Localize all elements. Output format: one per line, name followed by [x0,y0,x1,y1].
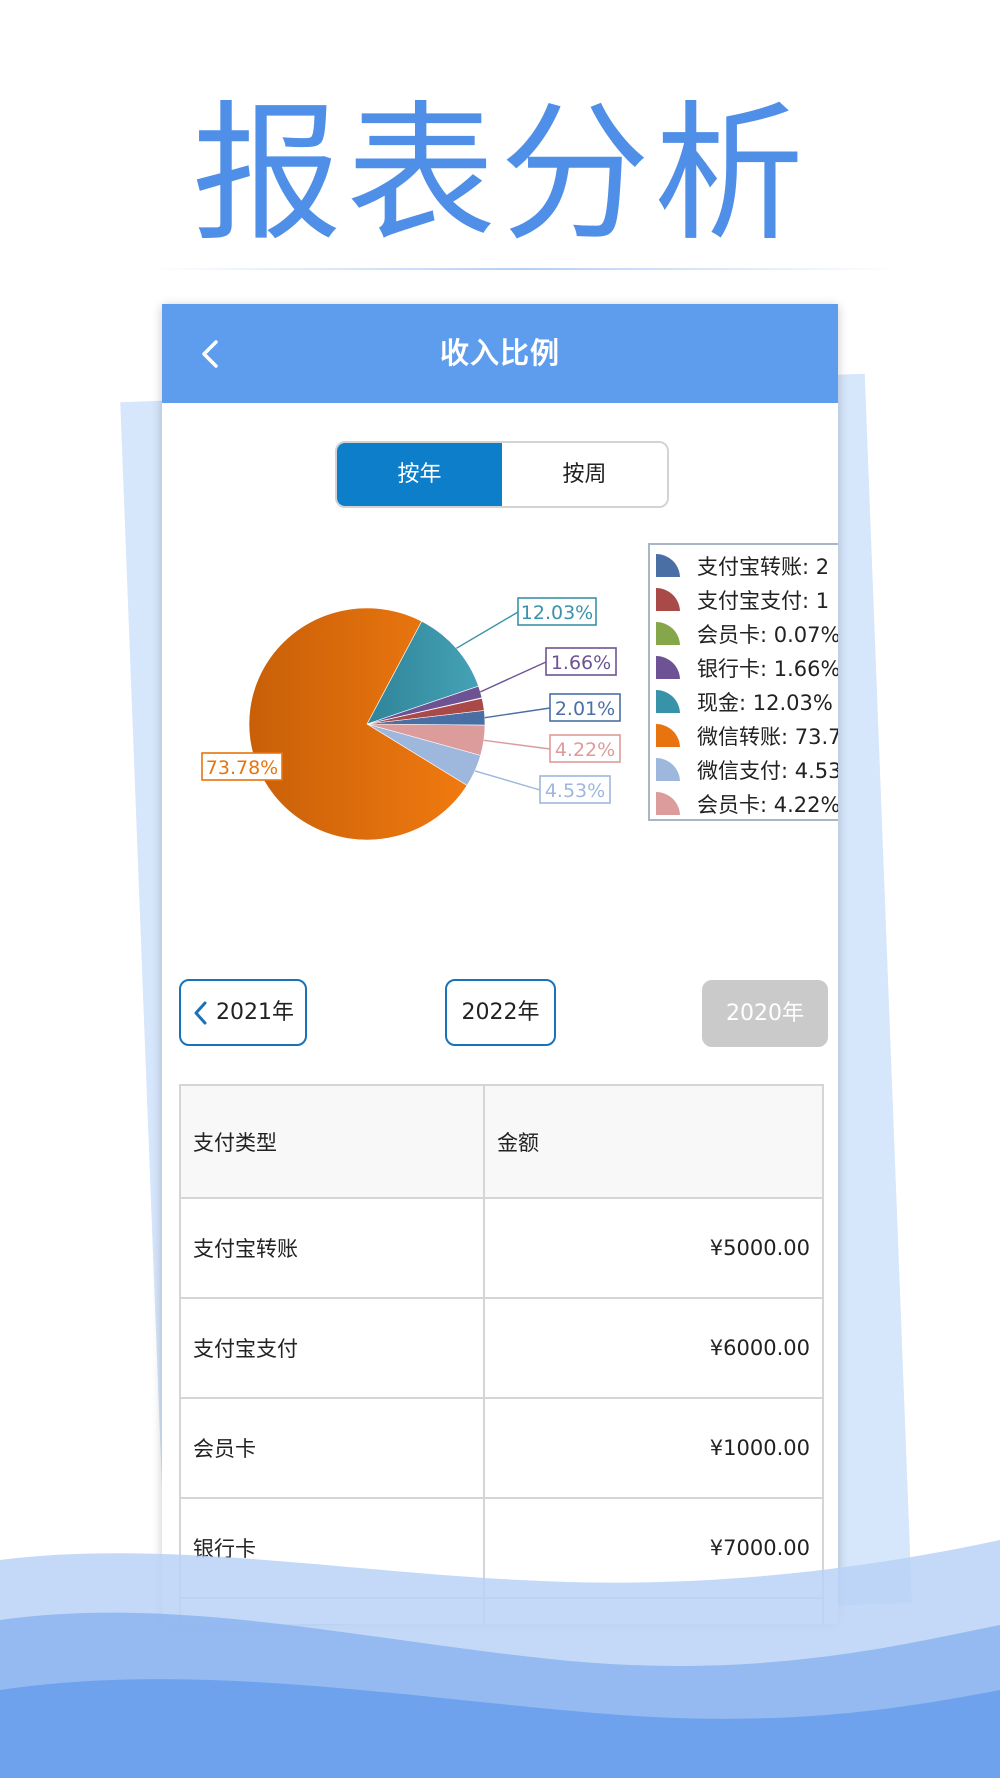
decorative-waves [0,1540,1000,1778]
prev-year-button[interactable]: 2021年 [179,979,307,1046]
table-row: 会员卡 ¥1000.00 [181,1399,824,1499]
chevron-left-icon [194,1001,207,1025]
legend-entry: 现金: 12.03% [697,691,833,715]
phone-screen: 收入比例 按年 按周 2.01% 1.66% 12.03% 73.78% 4.53% 4.… [162,304,838,1624]
cell-amount: ¥6000.00 [485,1299,824,1399]
pie-leader-line [474,770,541,791]
period-segmented-control: 按年 按周 [335,441,669,508]
legend-entry: 会员卡: 0.07% [697,623,838,647]
legend-entry: 支付宝转账: 2 [697,555,829,579]
segment-by-year[interactable]: 按年 [337,443,502,506]
table-row: 支付宝支付 ¥6000.00 [181,1299,824,1399]
header-amount: 金额 [485,1086,824,1199]
income-pie-chart: 2.01% 1.66% 12.03% 73.78% 4.53% 4.22% 支付宝转账: … [162,534,838,934]
next-year-button[interactable]: 2020年 [702,980,828,1047]
pie-leader-line [456,611,519,649]
current-year-button[interactable]: 2022年 [445,979,556,1046]
pie-leader-line [480,661,547,693]
pie-data-label: 4.22% [555,739,615,761]
legend-entry: 微信转账: 73.7 [697,725,838,749]
navbar: 收入比例 [162,304,838,403]
legend-entry: 银行卡: 1.66% [697,657,838,681]
pie-data-label: 2.01% [555,698,615,720]
header-payment-type: 支付类型 [181,1086,486,1199]
cell-payment-type: 会员卡 [181,1399,486,1499]
pie-data-label: 1.66% [551,652,611,674]
legend-entry: 会员卡: 4.22% [697,793,838,817]
page-title: 收入比例 [439,336,560,370]
cell-amount: ¥1000.00 [485,1399,824,1499]
cell-payment-type: 支付宝转账 [181,1199,486,1299]
pie-data-label: 4.53% [545,780,605,802]
segment-by-week[interactable]: 按周 [502,443,667,506]
pie-leader-line [483,739,551,750]
cell-payment-type: 支付宝支付 [181,1299,486,1399]
table-row: 支付宝转账 ¥5000.00 [181,1199,824,1299]
pie-data-label: 12.03% [521,602,593,624]
table-header-row: 支付类型 金额 [181,1086,824,1199]
hero-divider [150,268,900,270]
prev-year-label: 2021年 [216,1000,294,1025]
pie-data-label: 73.78% [206,757,278,779]
pie-chart-svg: 2.01% 1.66% 12.03% 73.78% 4.53% 4.22% 支付宝转账: … [201,543,838,841]
pie-leader-line [484,707,551,719]
legend-entry: 微信支付: 4.53 [697,759,838,783]
cell-amount: ¥5000.00 [485,1199,824,1299]
legend-entry: 支付宝支付: 1 [697,589,829,613]
hero-title: 报表分析 [191,88,808,262]
